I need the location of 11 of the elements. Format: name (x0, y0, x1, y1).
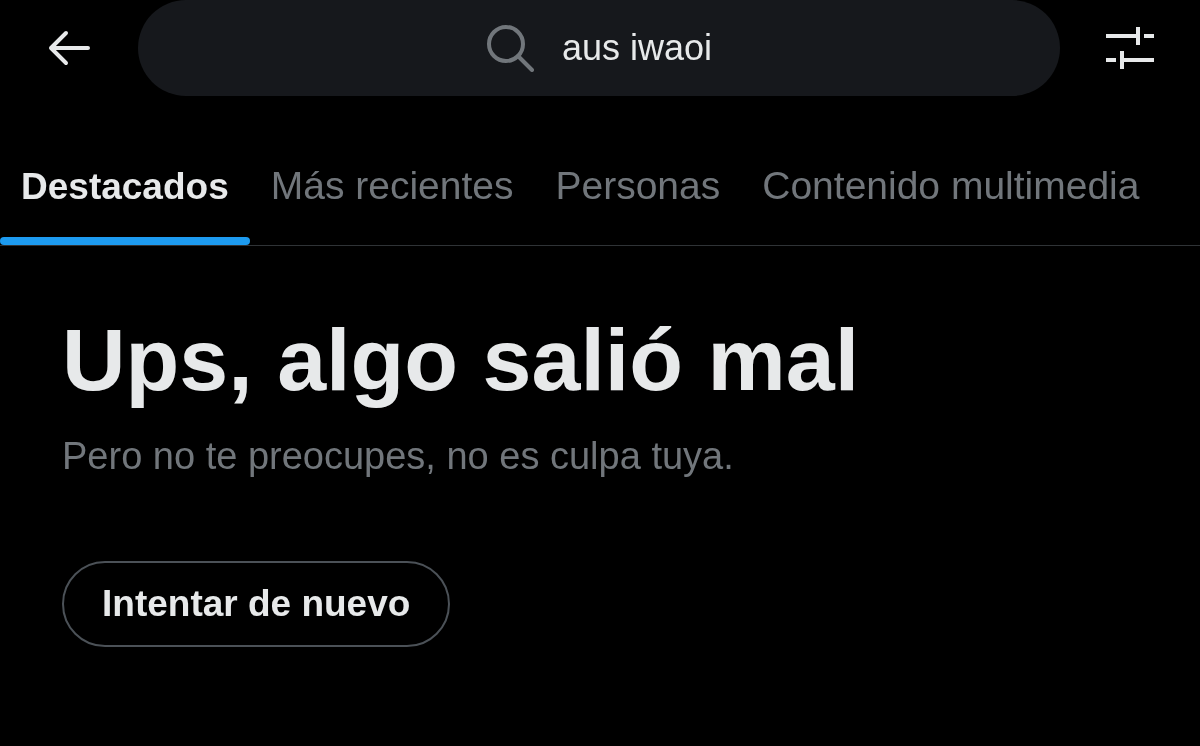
search-icon (485, 24, 534, 72)
search-field[interactable]: aus iwaoi (138, 0, 1060, 96)
search-query-text: aus iwaoi (561, 26, 713, 70)
error-message: Pero no te preocupes, no es culpa tuya. (62, 437, 734, 475)
tab[interactable]: Más recientes (249, 96, 535, 245)
tab[interactable]: Personas (534, 96, 742, 245)
back-arrow-icon[interactable] (48, 30, 90, 66)
tab[interactable]: Contenido multimedia (741, 96, 1161, 245)
tab[interactable]: Destacados (0, 96, 250, 245)
filter-sliders-icon[interactable] (1106, 25, 1154, 71)
retry-button[interactable]: Intentar de nuevo (62, 561, 451, 647)
